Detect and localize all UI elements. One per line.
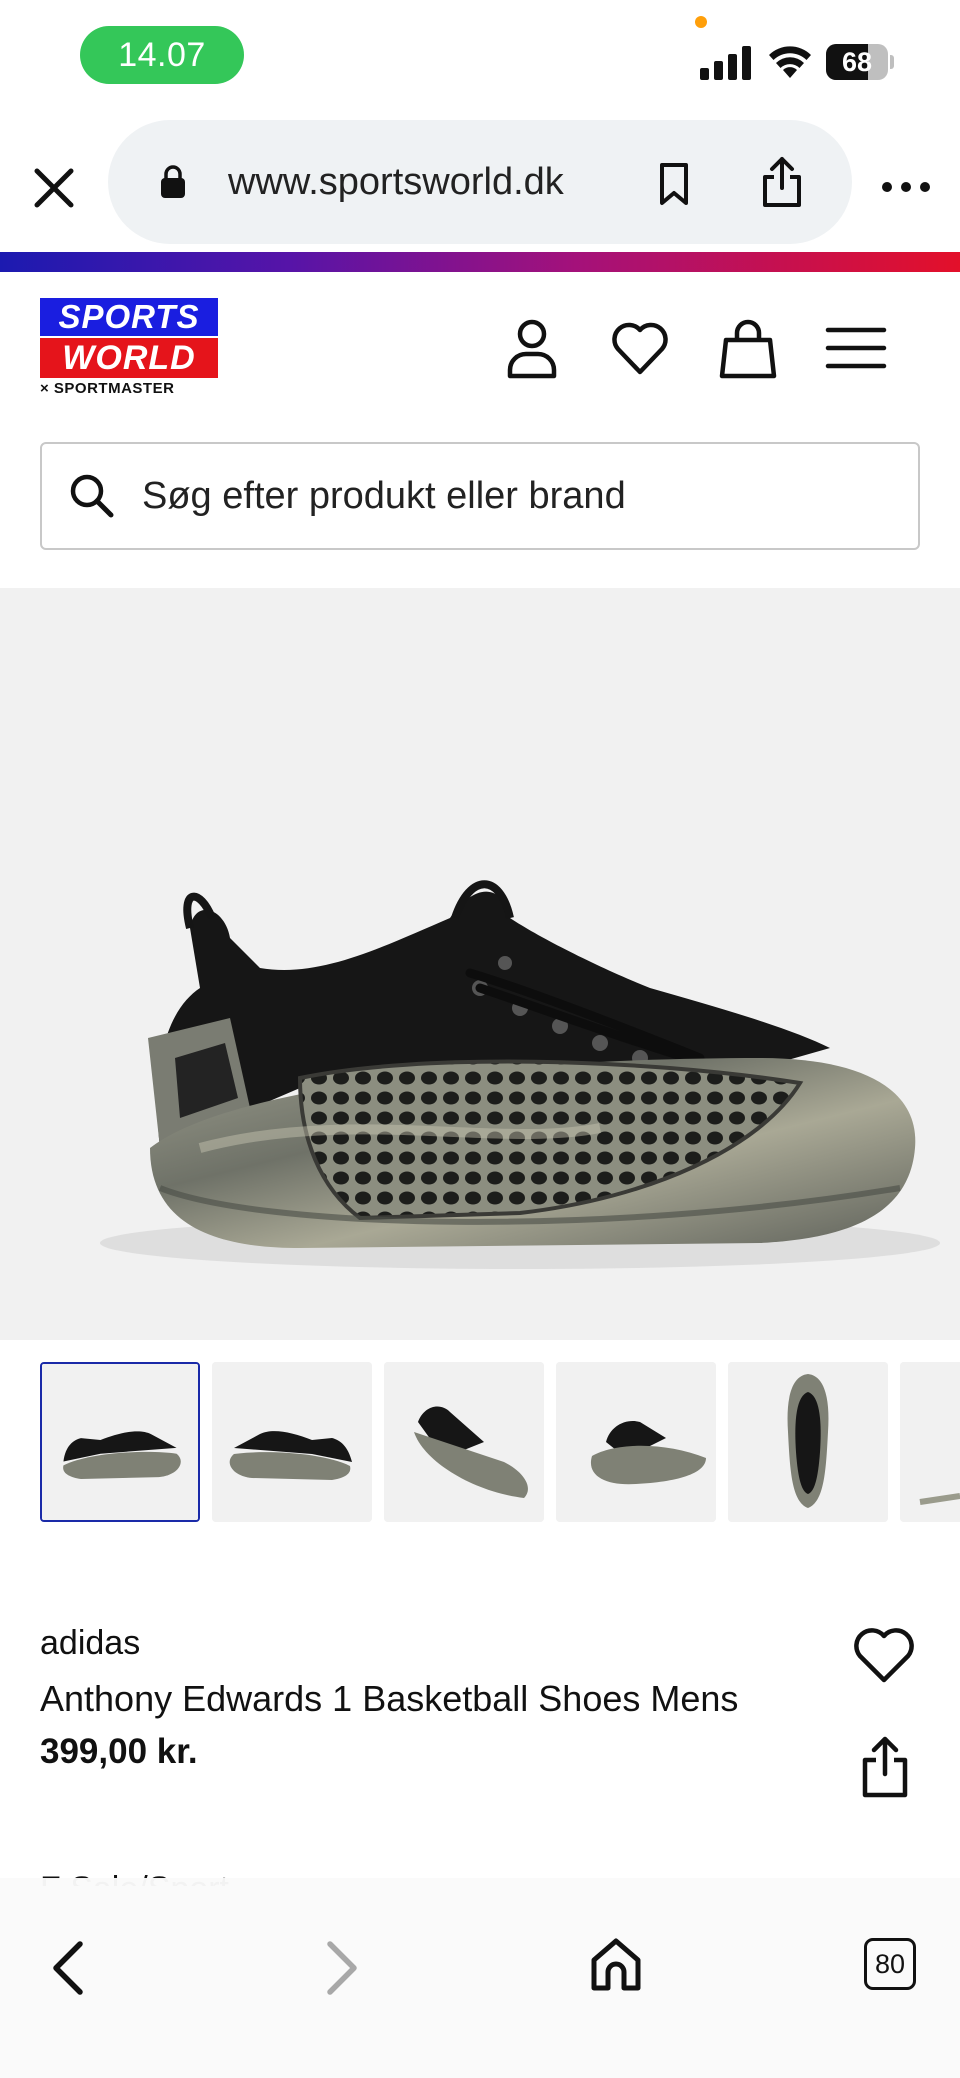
more-icon[interactable] xyxy=(880,174,932,200)
thumbnail-strip xyxy=(0,1340,960,1560)
logo-line-sports: SPORTS xyxy=(40,298,218,336)
logo-subline: × SPORTMASTER xyxy=(40,380,175,397)
product-image[interactable] xyxy=(0,588,960,1340)
back-icon[interactable] xyxy=(46,1938,90,1998)
forward-icon[interactable] xyxy=(320,1938,364,1998)
privacy-indicator xyxy=(695,16,707,28)
site-header: SPORTS WORLD × SPORTMASTER xyxy=(0,272,960,588)
search-input[interactable] xyxy=(142,444,902,548)
product-info: adidas Anthony Edwards 1 Basketball Shoe… xyxy=(0,1560,960,1886)
signal-icon xyxy=(700,46,751,80)
thumbnail-5[interactable] xyxy=(728,1362,888,1522)
brand-stripe xyxy=(0,252,960,272)
browser-bar: www.sportsworld.dk xyxy=(0,110,960,252)
menu-icon[interactable] xyxy=(824,316,888,380)
thumbnail-shoe-angle-icon xyxy=(384,1362,544,1522)
bookmark-icon[interactable] xyxy=(654,162,694,206)
tabs-count: 80 xyxy=(874,1948,906,1979)
share-icon[interactable] xyxy=(760,156,804,208)
url-text[interactable]: www.sportsworld.dk xyxy=(228,120,564,244)
product-price: 399,00 kr. xyxy=(40,1732,198,1771)
thumbnail-1[interactable] xyxy=(40,1362,200,1522)
battery-icon: 68 xyxy=(826,44,894,80)
browser-toolbar: 80 xyxy=(0,1878,960,2078)
product-shoe-image xyxy=(100,880,940,1269)
bag-icon[interactable] xyxy=(716,316,780,380)
search-bar[interactable] xyxy=(40,442,920,550)
favorite-heart-icon[interactable] xyxy=(852,1626,916,1684)
thumbnail-shoe-top-icon xyxy=(728,1362,888,1522)
thumbnail-shoe-back-icon xyxy=(556,1362,716,1522)
wifi-icon xyxy=(769,46,811,78)
close-icon xyxy=(34,168,74,208)
tabs-button[interactable]: 80 xyxy=(864,1938,916,1990)
status-time[interactable]: 14.07 xyxy=(80,26,244,84)
thumbnail-shoe-sole-icon xyxy=(900,1362,960,1522)
search-icon xyxy=(70,474,114,518)
thumbnail-4[interactable] xyxy=(556,1362,716,1522)
address-bar[interactable]: www.sportsworld.dk xyxy=(108,120,852,244)
logo-line-world: WORLD xyxy=(40,338,218,378)
heart-icon[interactable] xyxy=(608,316,672,380)
thumbnail-2[interactable] xyxy=(212,1362,372,1522)
product-share-icon[interactable] xyxy=(860,1736,910,1798)
thumbnail-3[interactable] xyxy=(384,1362,544,1522)
battery-level-text: 68 xyxy=(841,46,873,77)
thumbnail-6[interactable] xyxy=(900,1362,960,1522)
account-icon[interactable] xyxy=(500,316,564,380)
product-brand[interactable]: adidas xyxy=(40,1624,140,1663)
home-icon[interactable] xyxy=(588,1936,644,1994)
product-title: Anthony Edwards 1 Basketball Shoes Mens xyxy=(40,1678,739,1719)
sportsworld-logo[interactable]: SPORTS WORLD × SPORTMASTER xyxy=(40,298,220,398)
thumbnail-shoe-medial-icon xyxy=(212,1362,372,1522)
status-bar: 14.07 68 xyxy=(0,0,960,110)
close-button[interactable] xyxy=(26,160,82,216)
thumbnail-shoe-side-icon xyxy=(42,1364,198,1520)
lock-icon xyxy=(161,165,185,198)
